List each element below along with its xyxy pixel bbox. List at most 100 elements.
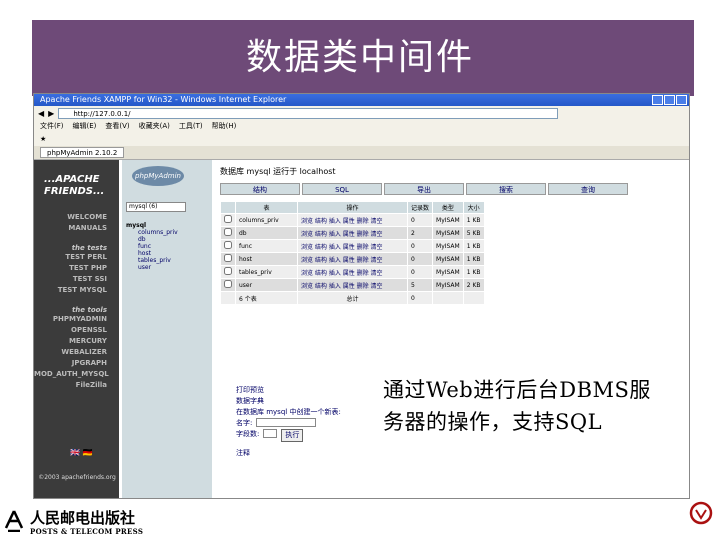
tab-search[interactable]: 搜索 — [466, 183, 546, 195]
table-row: columns_priv 浏览 结构 插入 属性 删除 清空 0 MyISAM 1 KB — [220, 213, 485, 227]
table-row: user 浏览 结构 插入 属性 删除 清空 5 MyISAM 2 KB — [220, 278, 485, 292]
row-actions[interactable]: 浏览 结构 插入 属性 删除 清空 — [297, 213, 408, 227]
tree-table[interactable]: columns_priv — [126, 229, 208, 236]
tab-structure[interactable]: 结构 — [220, 183, 300, 195]
operations-panel: 打印预览 数据字典 在数据库 mysql 中创建一个新表: 名字: 字段数: 执行… — [236, 385, 341, 459]
tree-table[interactable]: func — [126, 243, 208, 250]
tree-table[interactable]: user — [126, 264, 208, 271]
link-print-view[interactable]: 打印预览 — [236, 385, 341, 396]
link-test-php[interactable]: TEST PHP — [34, 263, 119, 274]
comment-link[interactable]: 注释 — [236, 448, 341, 459]
link-welcome[interactable]: WELCOME — [34, 212, 119, 223]
browser-tab[interactable]: phpMyAdmin 2.10.2 — [40, 147, 125, 158]
menu-bar: 文件(F) 编辑(E) 查看(V) 收藏夹(A) 工具(T) 帮助(H) — [34, 120, 689, 132]
row-checkbox[interactable] — [224, 267, 232, 275]
close-icon[interactable] — [676, 95, 687, 105]
link-manuals[interactable]: MANUALS — [34, 223, 119, 234]
field-count-input[interactable] — [263, 429, 278, 438]
table-row: host 浏览 结构 插入 属性 删除 清空 0 MyISAM 1 KB — [220, 252, 485, 266]
window-controls[interactable] — [652, 95, 687, 105]
slide-title: 数据类中间件 — [245, 37, 474, 78]
flag-icons[interactable]: 🇬🇧 🇩🇪 — [70, 448, 92, 457]
menu-favorites[interactable]: 收藏夹(A) — [139, 120, 170, 132]
col-header: 操作 — [297, 201, 408, 214]
row-actions[interactable]: 浏览 结构 插入 属性 删除 清空 — [297, 239, 408, 253]
db-header: 数据库 mysql 运行于 localhost — [220, 167, 336, 176]
address-bar[interactable]: http://127.0.0.1/ — [58, 107, 559, 119]
xampp-logo: ...APACHE FRIENDS... — [44, 174, 105, 197]
tools-heading: the tools — [71, 306, 107, 314]
row-actions[interactable]: 浏览 结构 插入 属性 删除 清空 — [297, 278, 408, 292]
phpmyadmin-logo[interactable]: phpMyAdmin — [132, 166, 184, 186]
tab-sql[interactable]: SQL — [302, 183, 382, 195]
link-test-ssi[interactable]: TEST SSI — [34, 274, 119, 285]
xampp-footer: ©2003 apachefriends.org — [38, 474, 116, 481]
row-checkbox[interactable] — [224, 254, 232, 262]
col-header: 大小 — [462, 201, 485, 214]
tree-table[interactable]: host — [126, 250, 208, 257]
link-mod-auth-mysql[interactable]: MOD_AUTH_MYSQL — [34, 369, 119, 380]
table-name-input[interactable] — [256, 418, 317, 427]
link-webalizer[interactable]: WEBALIZER — [34, 347, 119, 358]
browser-screenshot: Apache Friends XAMPP for Win32 - Windows… — [33, 93, 690, 499]
table-row: db 浏览 结构 插入 属性 删除 清空 2 MyISAM 5 KB — [220, 226, 485, 240]
col-header: 记录数 — [406, 201, 434, 214]
address-row: ◀ ▶ http://127.0.0.1/ — [34, 106, 689, 120]
col-header — [220, 201, 236, 214]
row-actions[interactable]: 浏览 结构 插入 属性 删除 清空 — [297, 226, 408, 240]
callout-line: 务器的操作，支持SQL — [383, 410, 603, 434]
database-select[interactable]: mysql (6) — [126, 202, 186, 212]
tab-export[interactable]: 导出 — [384, 183, 464, 195]
minimize-icon[interactable] — [652, 95, 663, 105]
col-header: 表 — [235, 201, 298, 214]
favorites-bar: ★ — [34, 132, 689, 146]
row-actions[interactable]: 浏览 结构 插入 属性 删除 清空 — [297, 265, 408, 279]
tree-table[interactable]: tables_priv — [126, 257, 208, 264]
menu-file[interactable]: 文件(F) — [40, 120, 64, 132]
link-jpgraph[interactable]: JPGRAPH — [34, 358, 119, 369]
table-total-row: 6 个表 总计 0 — [220, 291, 485, 305]
create-table-fields-row: 字段数: 执行 — [236, 429, 341, 442]
publisher-name-cn: 人民邮电出版社 — [30, 509, 136, 527]
publisher-name-en: POSTS & TELECOM PRESS — [30, 527, 144, 536]
pma-main: 数据库 mysql 运行于 localhost 结构 SQL 导出 搜索 查询 … — [216, 160, 689, 498]
link-data-dictionary[interactable]: 数据字典 — [236, 396, 341, 407]
pma-tabs: 结构 SQL 导出 搜索 查询 — [216, 183, 689, 195]
tree-db-name[interactable]: mysql — [126, 222, 208, 229]
link-mercury[interactable]: MERCURY — [34, 336, 119, 347]
create-table-name-row: 名字: — [236, 418, 341, 429]
publisher-logo-icon — [4, 510, 24, 533]
link-test-perl[interactable]: TEST PERL — [34, 252, 119, 263]
row-actions[interactable]: 浏览 结构 插入 属性 删除 清空 — [297, 252, 408, 266]
col-header: 类型 — [432, 201, 464, 214]
menu-edit[interactable]: 编辑(E) — [73, 120, 97, 132]
row-checkbox[interactable] — [224, 241, 232, 249]
row-checkbox[interactable] — [224, 228, 232, 236]
callout-text: 通过Web进行后台DBMS服 务器的操作，支持SQL — [383, 374, 651, 438]
forward-icon[interactable]: ▶ — [48, 109, 54, 118]
pma-sidebar: phpMyAdmin mysql (6) mysql columns_priv … — [122, 160, 212, 498]
link-filezilla[interactable]: FileZilla — [34, 380, 119, 391]
menu-tools[interactable]: 工具(T) — [179, 120, 203, 132]
tests-heading: the tests — [71, 244, 107, 252]
tab-query[interactable]: 查询 — [548, 183, 628, 195]
maximize-icon[interactable] — [664, 95, 675, 105]
table-row: func 浏览 结构 插入 属性 删除 清空 0 MyISAM 1 KB — [220, 239, 485, 253]
link-openssl[interactable]: OPENSSL — [34, 325, 119, 336]
link-test-mysql[interactable]: TEST MYSQL — [34, 285, 119, 296]
window-title: Apache Friends XAMPP for Win32 - Windows… — [34, 94, 689, 106]
tree-table[interactable]: db — [126, 236, 208, 243]
execute-button[interactable]: 执行 — [281, 429, 304, 442]
create-table-label: 在数据库 mysql 中创建一个新表: — [236, 408, 341, 416]
row-checkbox[interactable] — [224, 215, 232, 223]
tables-table: 表 操作 记录数 类型 大小 columns_priv 浏览 结构 插入 属性 删… — [220, 201, 485, 305]
callout-line: 通过Web进行后台DBMS服 — [383, 378, 651, 402]
page-content: ...APACHE FRIENDS... WELCOME MANUALS the … — [34, 160, 689, 498]
star-icon[interactable]: ★ — [40, 135, 46, 143]
menu-view[interactable]: 查看(V) — [105, 120, 129, 132]
corner-logo-icon — [688, 500, 714, 536]
back-icon[interactable]: ◀ — [38, 109, 44, 118]
menu-help[interactable]: 帮助(H) — [212, 120, 237, 132]
row-checkbox[interactable] — [224, 280, 232, 288]
link-phpmyadmin[interactable]: PHPMYADMIN — [34, 314, 119, 325]
